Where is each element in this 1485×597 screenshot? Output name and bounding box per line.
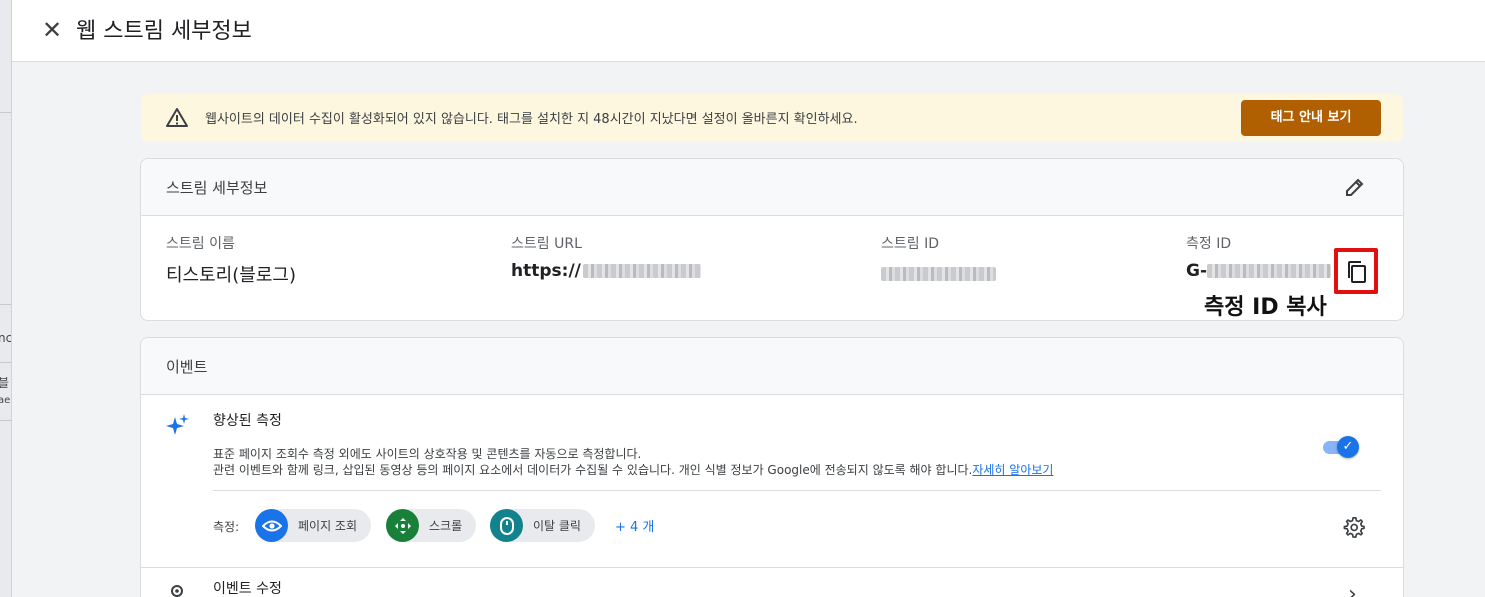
events-title: 이벤트 bbox=[166, 358, 208, 376]
page-title: 웹 스트림 세부정보 bbox=[76, 19, 252, 44]
close-icon[interactable]: ✕ bbox=[36, 14, 68, 46]
copy-icon[interactable] bbox=[1346, 260, 1368, 284]
eye-icon bbox=[255, 509, 288, 542]
measuring-label: 측정: bbox=[213, 520, 240, 534]
background-divider bbox=[0, 112, 11, 113]
description-line-2: 관련 이벤트와 함께 링크, 삽입된 동영상 등의 페이지 요소에서 데이터가 … bbox=[213, 462, 1053, 478]
chip-scrolls[interactable]: 스크롤 bbox=[386, 509, 477, 542]
mouse-icon bbox=[490, 509, 523, 542]
pencil-icon[interactable] bbox=[1343, 175, 1367, 199]
enhanced-measurement-description: 표준 페이지 조회수 측정 외에도 사이트의 상호작용 및 콘텐츠를 자동으로 … bbox=[213, 446, 1053, 478]
chip-outbound-clicks[interactable]: 이탈 클릭 bbox=[490, 509, 595, 542]
stream-url-value[interactable]: https:// bbox=[511, 261, 701, 281]
stream-id-value bbox=[881, 261, 996, 281]
redacted-stream-id bbox=[881, 267, 996, 281]
stream-url-label: 스트림 URL bbox=[511, 236, 582, 252]
redacted-measurement-id bbox=[1207, 264, 1332, 278]
sparkle-icon bbox=[166, 414, 189, 435]
chevron-right-icon[interactable]: › bbox=[1348, 582, 1357, 597]
measurement-id-label: 측정 ID bbox=[1186, 236, 1232, 252]
stream-url-field: 스트림 URL https:// bbox=[511, 233, 701, 281]
stream-name-field: 스트림 이름 티스토리(블로그) bbox=[166, 233, 296, 287]
background-app-strip: nc 블 ae bbox=[0, 0, 12, 597]
data-collection-warning-banner: 웹사이트의 데이터 수집이 활성화되어 있지 않습니다. 태그를 설치한 지 4… bbox=[141, 94, 1403, 142]
enhanced-measurement-title: 향상된 측정 bbox=[213, 413, 282, 429]
warning-message: 웹사이트의 데이터 수집이 활성화되어 있지 않습니다. 태그를 설치한 지 4… bbox=[205, 112, 858, 127]
stream-url-prefix: https:// bbox=[511, 261, 581, 281]
copy-highlight-box bbox=[1334, 248, 1378, 294]
scroll-arrows-icon bbox=[386, 509, 419, 542]
background-text-fragment: nc bbox=[0, 331, 12, 345]
gear-icon[interactable] bbox=[1343, 516, 1365, 538]
background-divider bbox=[0, 420, 11, 421]
more-measurements-link[interactable]: + 4 개 bbox=[615, 516, 654, 535]
panel-header: ✕ 웹 스트림 세부정보 bbox=[12, 0, 1485, 62]
learn-more-link[interactable]: 자세히 알아보기 bbox=[972, 463, 1053, 477]
background-text-fragment: ae bbox=[0, 395, 11, 406]
events-header: 이벤트 bbox=[141, 338, 1403, 395]
chip-label: 스크롤 bbox=[429, 519, 463, 533]
measurement-id-value: G- bbox=[1186, 261, 1332, 281]
stream-details-title: 스트림 세부정보 bbox=[166, 179, 268, 197]
background-divider bbox=[0, 362, 11, 363]
touch-icon bbox=[171, 585, 183, 597]
row-divider bbox=[141, 567, 1403, 568]
chip-label: 이탈 클릭 bbox=[533, 519, 581, 533]
description-line-1: 표준 페이지 조회수 측정 외에도 사이트의 상호작용 및 콘텐츠를 자동으로 … bbox=[213, 447, 642, 461]
stream-name-value: 티스토리(블로그) bbox=[166, 265, 296, 286]
stream-name-label: 스트림 이름 bbox=[166, 236, 235, 252]
chip-label: 페이지 조회 bbox=[298, 519, 358, 533]
enhanced-measurement-toggle[interactable]: ✓ bbox=[1323, 435, 1359, 459]
description-line-2-text: 관련 이벤트와 함께 링크, 삽입된 동영상 등의 페이지 요소에서 데이터가 … bbox=[213, 463, 973, 477]
stream-details-header: 스트림 세부정보 bbox=[141, 159, 1403, 216]
stream-id-label: 스트림 ID bbox=[881, 236, 939, 252]
web-stream-details-panel: ✕ 웹 스트림 세부정보 웹사이트의 데이터 수집이 활성화되어 있지 않습니다… bbox=[12, 0, 1485, 597]
stream-details-card: 스트림 세부정보 스트림 이름 티스토리(블로그) 스트림 URL https:… bbox=[140, 158, 1404, 321]
redacted-url bbox=[582, 264, 701, 278]
events-card: 이벤트 향상된 측정 표준 페이지 조회수 측정 외에도 사이트의 상호작용 및… bbox=[140, 337, 1404, 597]
section-divider bbox=[213, 490, 1381, 491]
view-tag-guide-button[interactable]: 태그 안내 보기 bbox=[1241, 100, 1381, 136]
measurement-id-field: 측정 ID G- bbox=[1186, 233, 1332, 281]
chip-page-views[interactable]: 페이지 조회 bbox=[255, 509, 372, 542]
check-icon: ✓ bbox=[1337, 436, 1359, 458]
warning-icon bbox=[166, 108, 188, 127]
background-text-fragment: 블 bbox=[0, 374, 9, 391]
stream-id-field: 스트림 ID bbox=[881, 233, 996, 281]
background-divider bbox=[0, 304, 11, 305]
measurement-id-prefix: G- bbox=[1186, 261, 1208, 281]
modify-events-title[interactable]: 이벤트 수정 bbox=[213, 578, 282, 597]
copy-annotation: 측정 ID 복사 bbox=[1204, 295, 1327, 320]
